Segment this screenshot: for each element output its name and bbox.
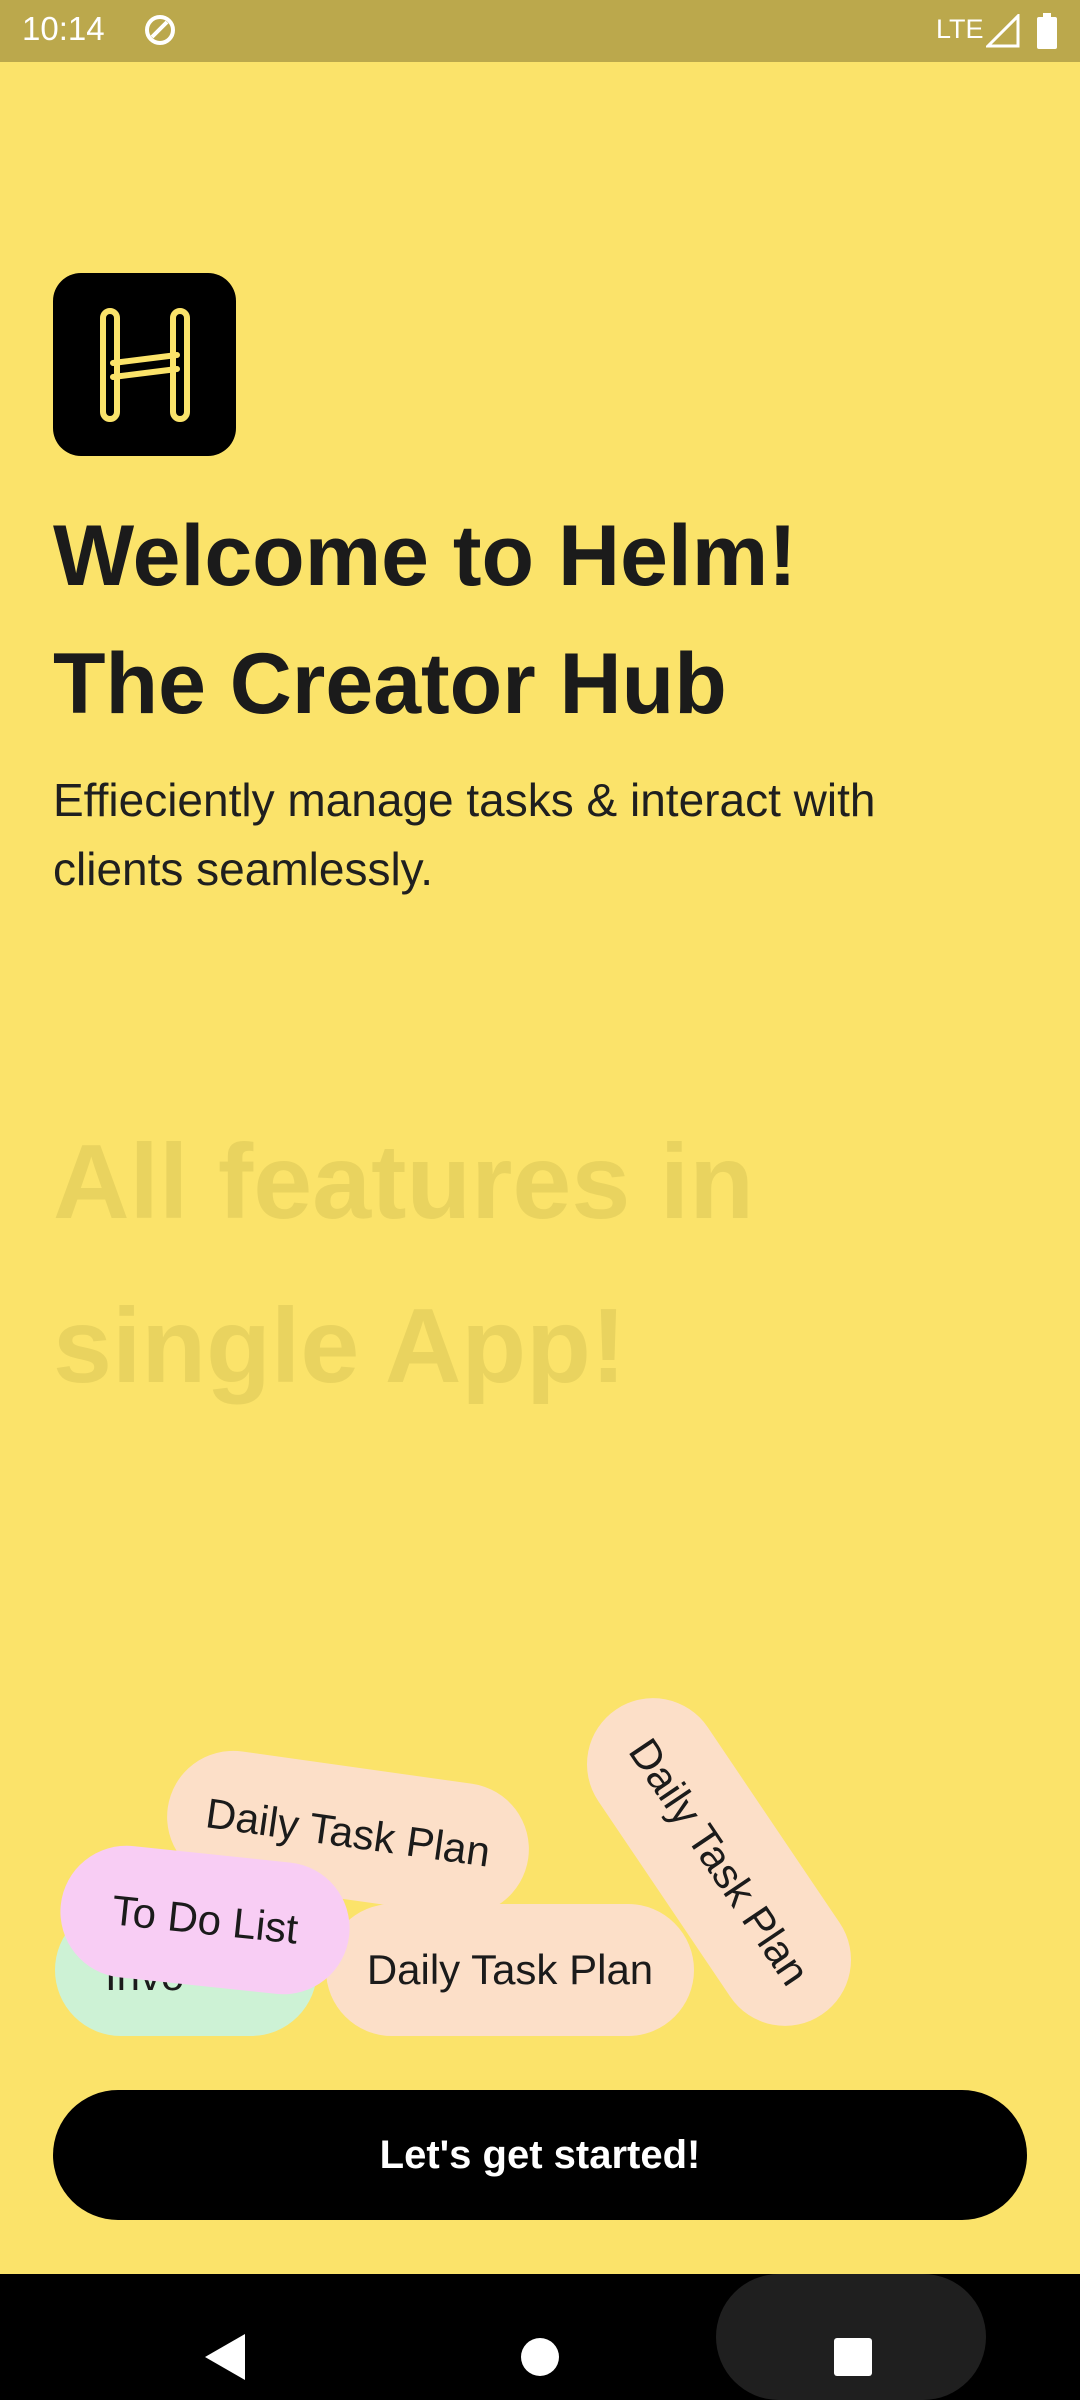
network-type-label: LTE [936,14,984,44]
back-icon[interactable] [205,2334,245,2380]
features-heading: All features in single App! [53,1100,1033,1428]
battery-icon [1037,13,1057,49]
page-title: Welcome to Helm! The Creator Hub [53,492,1033,748]
feature-pill-label: To Do List [109,1886,301,1953]
helm-logo [53,273,236,456]
recents-icon[interactable] [834,2338,872,2376]
status-bar: 10:14 LTE [0,0,1080,62]
sync-icon [145,15,175,45]
signal-icon [986,14,1020,48]
feature-pill-label: Daily Task Plan [366,1946,654,1993]
status-time: 10:14 [22,10,105,47]
feature-pill-daily-task-plan: Daily Task Plan [326,1904,694,2036]
features-line-1: All features in [53,1123,754,1241]
navigation-bar [0,2274,1080,2400]
title-line-1: Welcome to Helm! [53,508,797,604]
get-started-button[interactable]: Let's get started! [53,2090,1027,2220]
title-line-2: The Creator Hub [53,636,727,732]
recents-button-highlight [716,2274,986,2400]
features-line-2: single App! [53,1287,627,1405]
home-icon[interactable] [521,2338,559,2376]
subtitle: Effieciently manage tasks & interact wit… [53,774,876,895]
helm-logo-icon [100,308,190,422]
